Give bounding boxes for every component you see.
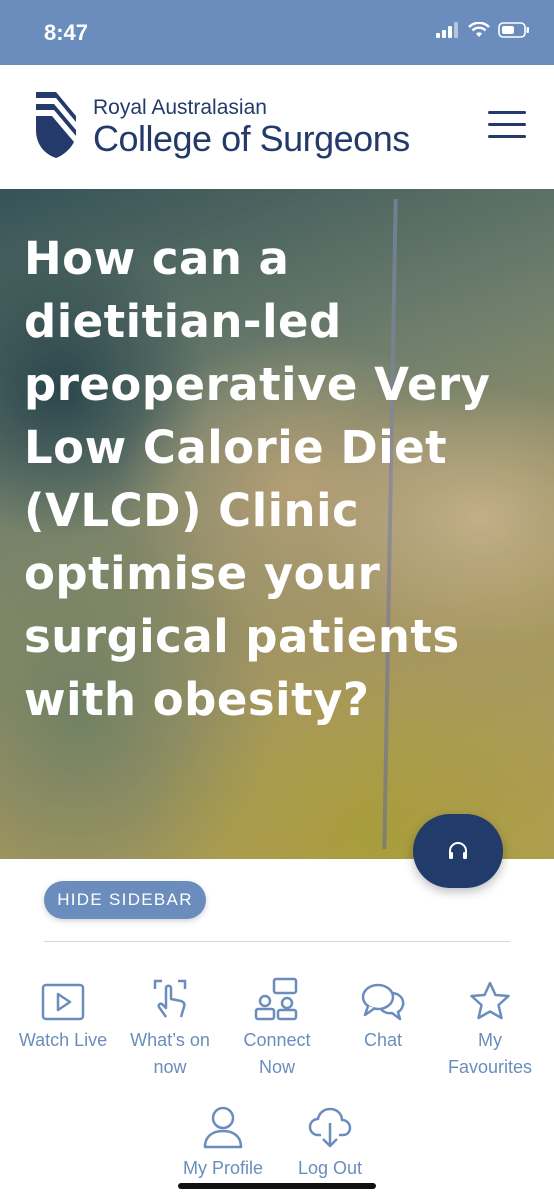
touch-gesture-icon <box>153 979 187 1018</box>
nav-label: What’s on now <box>130 1030 210 1077</box>
racs-logo-icon <box>36 92 76 158</box>
star-icon <box>470 981 510 1020</box>
divider <box>44 941 510 942</box>
cloud-download-icon <box>308 1107 352 1148</box>
nav-connect-now[interactable]: Connect Now <box>222 975 332 1081</box>
play-video-icon <box>41 983 85 1021</box>
nav-label: Connect Now <box>243 1030 311 1077</box>
nav-label: Watch Live <box>18 1030 108 1050</box>
status-bar: 8:47 <box>0 0 554 65</box>
hero-banner: How can a dietitian-led preoperative Ver… <box>0 189 554 859</box>
hide-sidebar-button[interactable]: HIDE SIDEBAR <box>44 881 206 919</box>
home-indicator <box>178 1183 376 1189</box>
nav-chat[interactable]: Chat <box>328 975 438 1054</box>
support-headset-button[interactable] <box>413 814 503 888</box>
headset-icon <box>449 842 467 859</box>
status-time: 8:47 <box>44 20 89 45</box>
chat-bubbles-icon <box>361 983 405 1021</box>
connect-people-icon <box>254 977 298 1021</box>
nav-label: My Favourites <box>447 1030 533 1077</box>
app-header: Royal Australasian College of Surgeons <box>0 65 554 189</box>
cellular-signal-icon <box>436 22 458 38</box>
session-title: How can a dietitian-led preoperative Ver… <box>24 232 491 726</box>
brand-line-1: Royal Australasian <box>93 96 267 119</box>
battery-icon <box>498 22 529 38</box>
nav-label: Chat <box>363 1030 403 1050</box>
nav-label: Log Out <box>297 1158 363 1178</box>
brand-line-2: College of Surgeons <box>93 118 410 159</box>
nav-whats-on-now[interactable]: What’s on now <box>115 975 225 1081</box>
nav-log-out[interactable]: Log Out <box>275 1103 385 1182</box>
hamburger-menu-icon[interactable] <box>488 111 526 143</box>
nav-watch-live[interactable]: Watch Live <box>8 975 118 1054</box>
nav-my-favourites[interactable]: My Favourites <box>435 975 545 1081</box>
wifi-icon <box>468 22 490 37</box>
user-profile-icon <box>203 1106 243 1149</box>
brand-name[interactable]: Royal Australasian College of Surgeons <box>93 97 410 159</box>
system-icons <box>436 22 530 38</box>
nav-label: My Profile <box>182 1158 263 1178</box>
nav-my-profile[interactable]: My Profile <box>168 1103 278 1182</box>
